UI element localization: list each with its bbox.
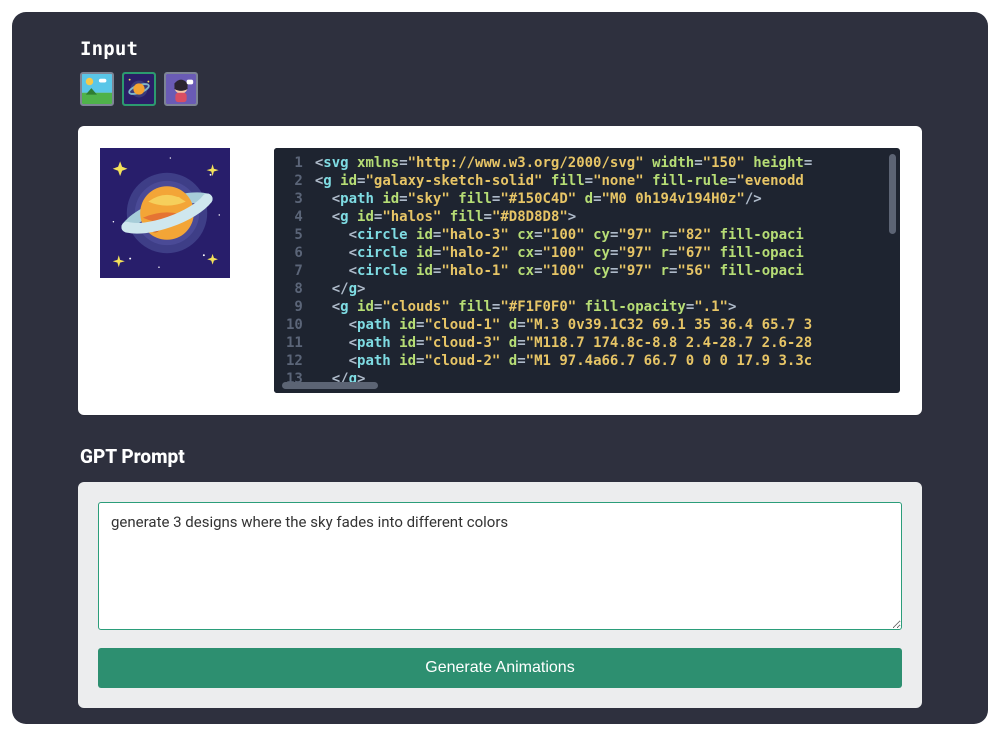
- galaxy-thumb[interactable]: [122, 72, 156, 106]
- input-section-title: Input: [80, 38, 922, 60]
- prompt-section-title: GPT Prompt: [80, 445, 922, 468]
- prompt-card: Generate Animations: [78, 482, 922, 708]
- vertical-scrollbar-thumb[interactable]: [889, 154, 896, 234]
- galaxy-icon: [124, 74, 154, 104]
- landscape-thumb[interactable]: [80, 72, 114, 106]
- line-gutter: 12345678910111213: [274, 148, 311, 393]
- horizontal-scrollbar-thumb[interactable]: [282, 382, 378, 389]
- preview-column: [100, 148, 250, 393]
- prompt-textarea[interactable]: [98, 502, 902, 630]
- avatar-icon: [166, 74, 196, 104]
- generate-animations-button[interactable]: Generate Animations: [98, 648, 902, 688]
- landscape-icon: [82, 74, 112, 104]
- thumbnail-row: [78, 72, 922, 106]
- app-container: Input: [12, 12, 988, 724]
- avatar-thumb[interactable]: [164, 72, 198, 106]
- code-column: 12345678910111213 <svg xmlns="http://www…: [274, 148, 900, 393]
- input-panel: 12345678910111213 <svg xmlns="http://www…: [78, 126, 922, 415]
- code-editor[interactable]: 12345678910111213 <svg xmlns="http://www…: [274, 148, 900, 393]
- svg-preview: [100, 148, 230, 278]
- code-body: <svg xmlns="http://www.w3.org/2000/svg" …: [311, 148, 900, 393]
